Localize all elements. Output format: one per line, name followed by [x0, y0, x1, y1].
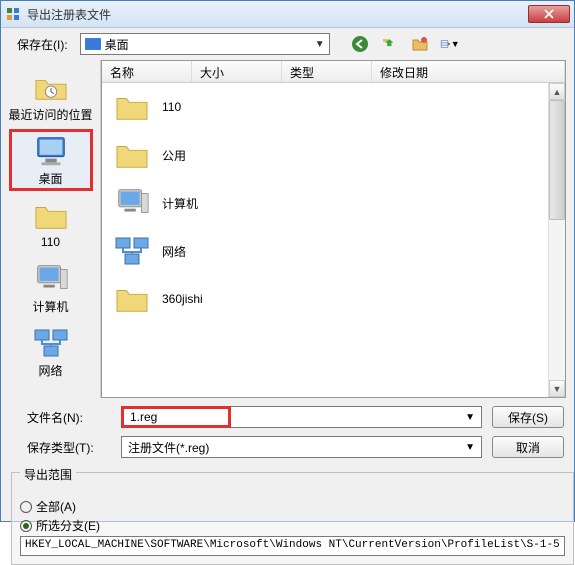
- filename-combo-rest[interactable]: ▼: [231, 406, 482, 428]
- filetype-label: 保存类型(T):: [11, 439, 111, 456]
- folder-icon: [110, 279, 154, 319]
- folder-icon: [110, 87, 154, 127]
- column-date[interactable]: 修改日期: [372, 61, 565, 82]
- computer-icon: [110, 183, 154, 223]
- column-size[interactable]: 大小: [192, 61, 282, 82]
- place-label: 最近访问的位置: [9, 106, 93, 123]
- network-icon: [110, 231, 154, 271]
- radio-icon: [20, 501, 32, 513]
- recent-icon: [31, 70, 71, 104]
- scrollbar[interactable]: ▲ ▼: [548, 83, 565, 397]
- filename-label: 文件名(N):: [11, 409, 111, 426]
- item-label: 网络: [162, 243, 186, 260]
- list-header: 名称 大小 类型 修改日期: [102, 61, 565, 83]
- regedit-icon: [5, 6, 21, 22]
- item-label: 公用: [162, 147, 186, 164]
- file-list[interactable]: 110 公用 计算机 网络: [102, 83, 548, 397]
- place-label: 桌面: [38, 170, 62, 187]
- network-icon: [31, 326, 71, 360]
- list-item[interactable]: 网络: [102, 227, 548, 275]
- list-item[interactable]: 360jishi: [102, 275, 548, 323]
- filetype-combo[interactable]: 注册文件(*.reg) ▼: [121, 436, 482, 458]
- list-item[interactable]: 公用: [102, 131, 548, 179]
- scroll-down-icon[interactable]: ▼: [549, 380, 565, 397]
- chevron-down-icon: ▼: [465, 412, 475, 423]
- column-name[interactable]: 名称: [102, 61, 192, 82]
- item-label: 计算机: [162, 195, 198, 212]
- place-label: 110: [41, 235, 60, 249]
- save-button[interactable]: 保存(S): [492, 406, 564, 428]
- window-title: 导出注册表文件: [27, 6, 528, 23]
- radio-all[interactable]: 全部(A): [20, 498, 565, 515]
- titlebar: 导出注册表文件: [1, 1, 574, 28]
- computer-icon: [31, 262, 71, 296]
- radio-label: 全部(A): [36, 498, 76, 515]
- chevron-down-icon: ▼: [315, 39, 325, 50]
- view-menu-icon[interactable]: ▼: [440, 34, 460, 54]
- radio-branch[interactable]: 所选分支(E): [20, 517, 565, 534]
- item-label: 110: [162, 100, 181, 114]
- new-folder-icon[interactable]: [410, 34, 430, 54]
- location-combo[interactable]: 桌面 ▼: [80, 33, 330, 55]
- place-label: 网络: [38, 362, 62, 379]
- export-range-group: 导出范围 全部(A) 所选分支(E) HKEY_LOCAL_MACHINE\SO…: [11, 472, 574, 565]
- save-dialog: 导出注册表文件 保存在(I): 桌面 ▼ ▼ 最近访问的位置 桌面: [0, 0, 575, 522]
- branch-path-input[interactable]: HKEY_LOCAL_MACHINE\SOFTWARE\Microsoft\Wi…: [20, 536, 565, 556]
- column-type[interactable]: 类型: [282, 61, 372, 82]
- toolbar: 保存在(I): 桌面 ▼ ▼: [1, 28, 574, 60]
- place-folder-110[interactable]: 110: [9, 193, 93, 255]
- file-list-area: 名称 大小 类型 修改日期 110 公用 计算: [101, 60, 566, 398]
- location-text: 桌面: [105, 36, 315, 53]
- radio-icon: [20, 520, 32, 532]
- desktop-monitor-icon: [31, 134, 71, 168]
- desktop-icon: [85, 38, 101, 50]
- up-icon[interactable]: [380, 34, 400, 54]
- filename-value: 1.reg: [130, 410, 222, 424]
- place-desktop[interactable]: 桌面: [9, 129, 93, 191]
- place-network[interactable]: 网络: [9, 321, 93, 383]
- folder-icon: [31, 199, 71, 233]
- folder-icon: [110, 135, 154, 175]
- close-button[interactable]: [528, 5, 570, 23]
- filename-input[interactable]: 1.reg: [121, 406, 231, 428]
- places-bar: 最近访问的位置 桌面 110 计算机 网络: [1, 60, 101, 398]
- radio-label: 所选分支(E): [36, 517, 100, 534]
- chevron-down-icon: ▼: [465, 442, 475, 453]
- place-computer[interactable]: 计算机: [9, 257, 93, 319]
- list-item[interactable]: 110: [102, 83, 548, 131]
- export-range-legend: 导出范围: [20, 466, 76, 483]
- place-label: 计算机: [32, 298, 68, 315]
- scroll-thumb[interactable]: [549, 100, 565, 220]
- back-icon[interactable]: [350, 34, 370, 54]
- filetype-value: 注册文件(*.reg): [128, 439, 465, 456]
- place-recent[interactable]: 最近访问的位置: [9, 65, 93, 127]
- scroll-up-icon[interactable]: ▲: [549, 83, 565, 100]
- save-in-label: 保存在(I):: [17, 36, 68, 53]
- list-item[interactable]: 计算机: [102, 179, 548, 227]
- cancel-button[interactable]: 取消: [492, 436, 564, 458]
- item-label: 360jishi: [162, 292, 203, 306]
